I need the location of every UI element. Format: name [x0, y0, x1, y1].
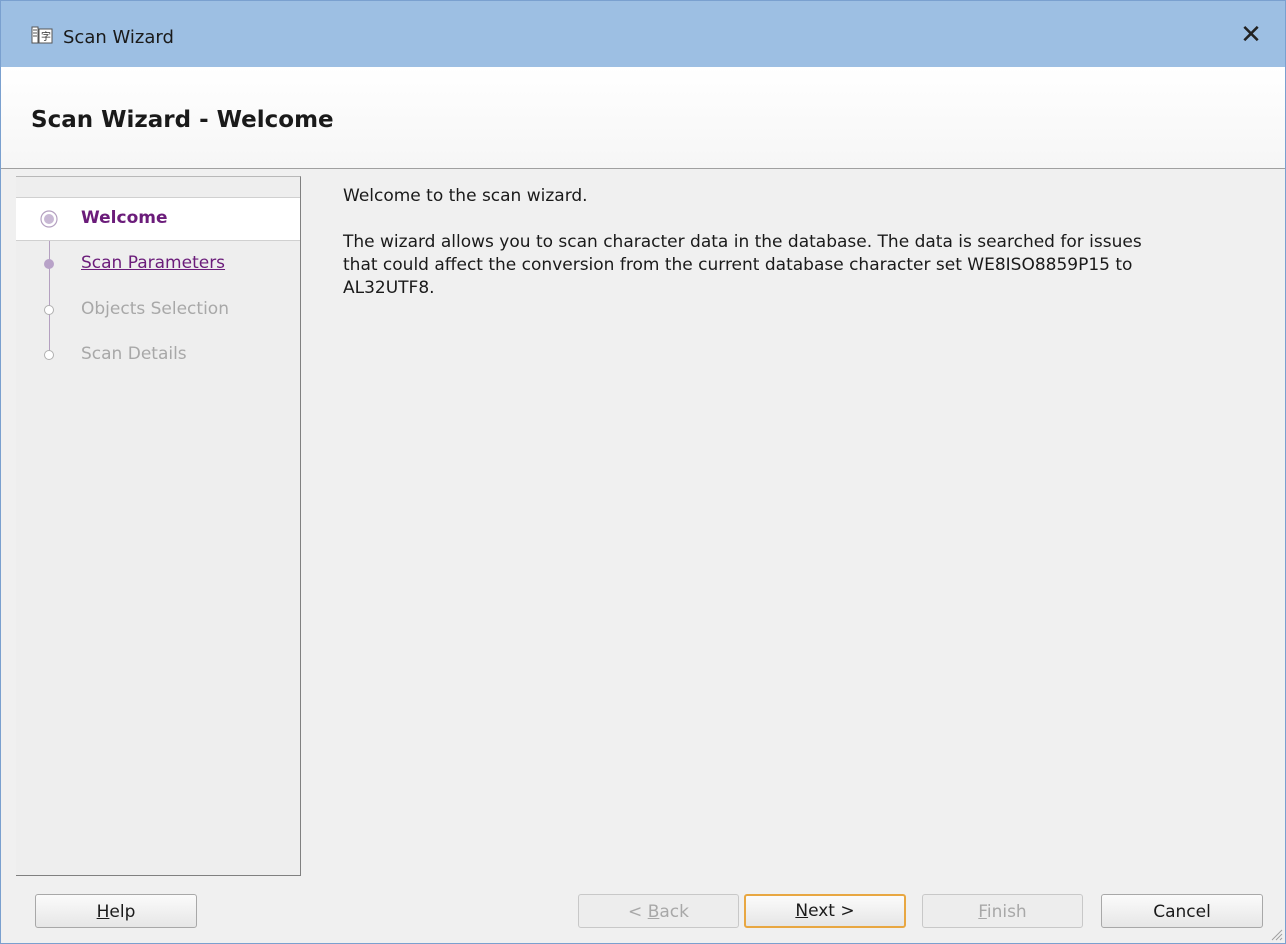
step-label[interactable]: Scan Parameters: [81, 253, 225, 273]
step-label: Scan Details: [81, 344, 187, 364]
step-disabled-icon: [44, 305, 54, 315]
mnemonic-letter: H: [96, 902, 110, 922]
button-text: inish: [986, 902, 1027, 922]
step-scan-parameters[interactable]: Scan Parameters: [16, 243, 300, 285]
button-text: ack: [659, 902, 689, 922]
wizard-header: Scan Wizard - Welcome: [1, 67, 1285, 169]
help-button[interactable]: Help: [35, 894, 197, 928]
step-current-icon: [40, 210, 58, 228]
button-text: ext >: [808, 901, 855, 921]
step-welcome[interactable]: Welcome: [16, 197, 300, 241]
step-label: Welcome: [81, 208, 168, 228]
welcome-content: Welcome to the scan wizard. The wizard a…: [343, 185, 1243, 300]
mnemonic-letter: F: [978, 902, 987, 922]
button-text: Cancel: [1153, 902, 1211, 922]
step-link-icon: [44, 259, 54, 269]
finish-button[interactable]: Finish: [922, 894, 1083, 928]
resize-grip-icon[interactable]: [1269, 927, 1283, 941]
page-title: Scan Wizard - Welcome: [31, 107, 334, 133]
intro-text: Welcome to the scan wizard.: [343, 186, 588, 206]
title-bar[interactable]: 字 Scan Wizard ✕: [1, 1, 1285, 67]
back-button[interactable]: < Back: [578, 894, 739, 928]
step-objects-selection: Objects Selection: [16, 289, 300, 331]
wizard-app-icon: 字: [31, 26, 53, 44]
svg-text:字: 字: [41, 30, 51, 43]
close-icon[interactable]: ✕: [1235, 21, 1267, 51]
button-text: elp: [109, 902, 136, 922]
description-line: AL32UTF8.: [343, 278, 435, 298]
cancel-button[interactable]: Cancel: [1101, 894, 1263, 928]
next-button[interactable]: Next >: [744, 894, 906, 928]
description-line: that could affect the conversion from th…: [343, 255, 1133, 275]
description-line: The wizard allows you to scan character …: [343, 232, 1142, 252]
mnemonic-letter: N: [795, 901, 809, 921]
step-scan-details: Scan Details: [16, 334, 300, 376]
step-label: Objects Selection: [81, 299, 229, 319]
mnemonic-letter: B: [647, 902, 660, 922]
window-title: Scan Wizard: [63, 27, 174, 48]
wizard-steps-panel: Welcome Scan Parameters Objects Selectio…: [16, 176, 301, 876]
scan-wizard-dialog: 字 Scan Wizard ✕ Scan Wizard - Welcome We…: [0, 0, 1286, 944]
step-disabled-icon: [44, 350, 54, 360]
button-text: <: [628, 902, 648, 922]
